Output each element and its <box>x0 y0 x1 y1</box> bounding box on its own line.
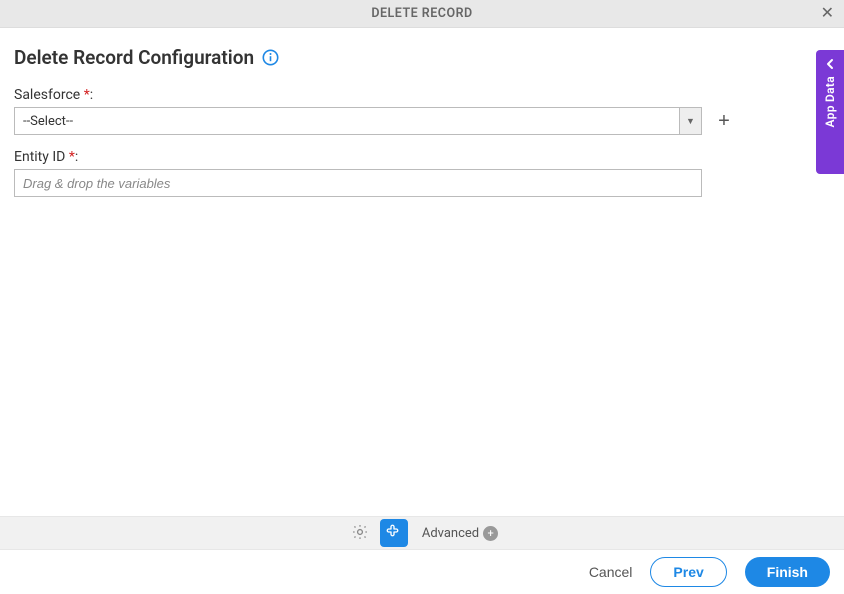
cancel-button[interactable]: Cancel <box>589 564 633 580</box>
advanced-label: Advanced <box>422 526 479 541</box>
gear-icon <box>351 523 369 544</box>
page-title-row: Delete Record Configuration <box>0 28 844 83</box>
app-data-side-tab[interactable]: App Data <box>816 50 844 174</box>
app-data-label: App Data <box>823 76 837 127</box>
advanced-toggle[interactable]: Advanced + <box>422 526 498 541</box>
salesforce-dropdown[interactable]: --Select-- ▼ <box>14 107 702 135</box>
finish-button[interactable]: Finish <box>745 557 830 587</box>
close-button[interactable]: ✕ <box>821 6 834 22</box>
modal-header: DELETE RECORD ✕ <box>0 0 844 28</box>
page-title: Delete Record Configuration <box>14 46 254 69</box>
plus-icon: + <box>718 111 730 131</box>
close-icon: ✕ <box>821 5 834 22</box>
toolbar-strip: Advanced + <box>0 516 844 550</box>
info-icon[interactable] <box>262 49 279 66</box>
modal-title: DELETE RECORD <box>371 6 472 21</box>
salesforce-dropdown-value: --Select-- <box>15 108 679 134</box>
settings-tab-button[interactable] <box>346 519 374 547</box>
entity-id-label: Entity ID *: <box>14 149 830 165</box>
form-area: Salesforce *: --Select-- ▼ + Entity ID *… <box>0 83 844 197</box>
integration-tab-button[interactable] <box>380 519 408 547</box>
entity-id-field: Entity ID *: <box>14 149 830 197</box>
footer: Cancel Prev Finish <box>0 550 844 594</box>
chevron-left-icon <box>824 58 836 70</box>
add-salesforce-button[interactable]: + <box>710 107 738 135</box>
puzzle-icon <box>385 523 403 544</box>
salesforce-field: Salesforce *: --Select-- ▼ + <box>14 87 830 135</box>
prev-button[interactable]: Prev <box>650 557 726 587</box>
salesforce-label: Salesforce *: <box>14 87 830 103</box>
plus-circle-icon: + <box>483 526 498 541</box>
chevron-down-icon: ▼ <box>679 108 701 134</box>
entity-id-input[interactable] <box>14 169 702 197</box>
